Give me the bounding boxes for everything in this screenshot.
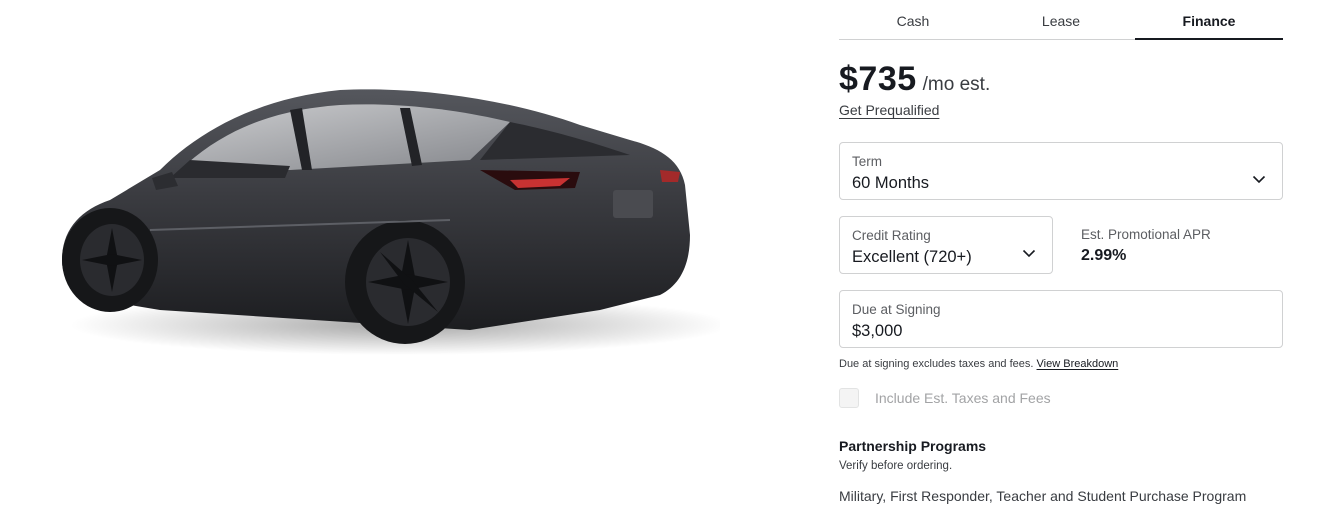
car-rear-three-quarter-icon — [62, 89, 730, 355]
signing-note: Due at signing excludes taxes and fees. … — [839, 358, 1283, 370]
due-at-signing-field[interactable]: Due at Signing $3,000 — [839, 290, 1283, 348]
include-taxes-checkbox[interactable] — [839, 388, 859, 408]
chevron-down-icon — [1022, 249, 1036, 258]
get-prequalified-link[interactable]: Get Prequalified — [839, 102, 939, 118]
include-taxes-row: Include Est. Taxes and Fees — [839, 388, 1283, 408]
car-image — [40, 60, 730, 380]
credit-rating-select[interactable]: Credit Rating Excellent (720+) — [839, 216, 1053, 274]
apr-label: Est. Promotional APR — [1081, 227, 1211, 242]
price-amount: $735 — [839, 60, 917, 98]
apr-value: 2.99% — [1081, 247, 1127, 264]
partnership-subtitle: Verify before ordering. — [839, 460, 953, 472]
due-at-signing-value[interactable]: $3,000 — [852, 320, 1270, 342]
partnership-program-item[interactable]: Military, First Responder, Teacher and S… — [839, 488, 1283, 504]
tab-finance[interactable]: Finance — [1135, 0, 1283, 40]
term-value: 60 Months — [852, 174, 930, 192]
apr-display: Est. Promotional APR 2.99% — [1053, 216, 1211, 274]
payment-tabs: Cash Lease Finance — [839, 0, 1283, 40]
finance-panel: Cash Lease Finance $735 /mo est. Get Pre… — [839, 0, 1283, 504]
credit-apr-row: Credit Rating Excellent (720+) Est. Prom… — [839, 216, 1283, 274]
credit-rating-value: Excellent (720+) — [852, 248, 972, 266]
term-label: Term — [852, 154, 882, 169]
tab-lease[interactable]: Lease — [987, 0, 1135, 39]
chevron-down-icon — [1252, 175, 1266, 184]
view-breakdown-link[interactable]: View Breakdown — [1037, 358, 1119, 370]
partnership-title: Partnership Programs — [839, 438, 987, 454]
tab-cash[interactable]: Cash — [839, 0, 987, 39]
signing-note-text: Due at signing excludes taxes and fees. — [839, 358, 1034, 370]
price-suffix: /mo est. — [922, 74, 991, 95]
include-taxes-label: Include Est. Taxes and Fees — [875, 390, 1051, 406]
credit-rating-label: Credit Rating — [852, 228, 931, 243]
monthly-price: $735 /mo est. — [839, 60, 1283, 100]
term-select[interactable]: Term 60 Months — [839, 142, 1283, 200]
due-at-signing-label: Due at Signing — [852, 302, 941, 317]
